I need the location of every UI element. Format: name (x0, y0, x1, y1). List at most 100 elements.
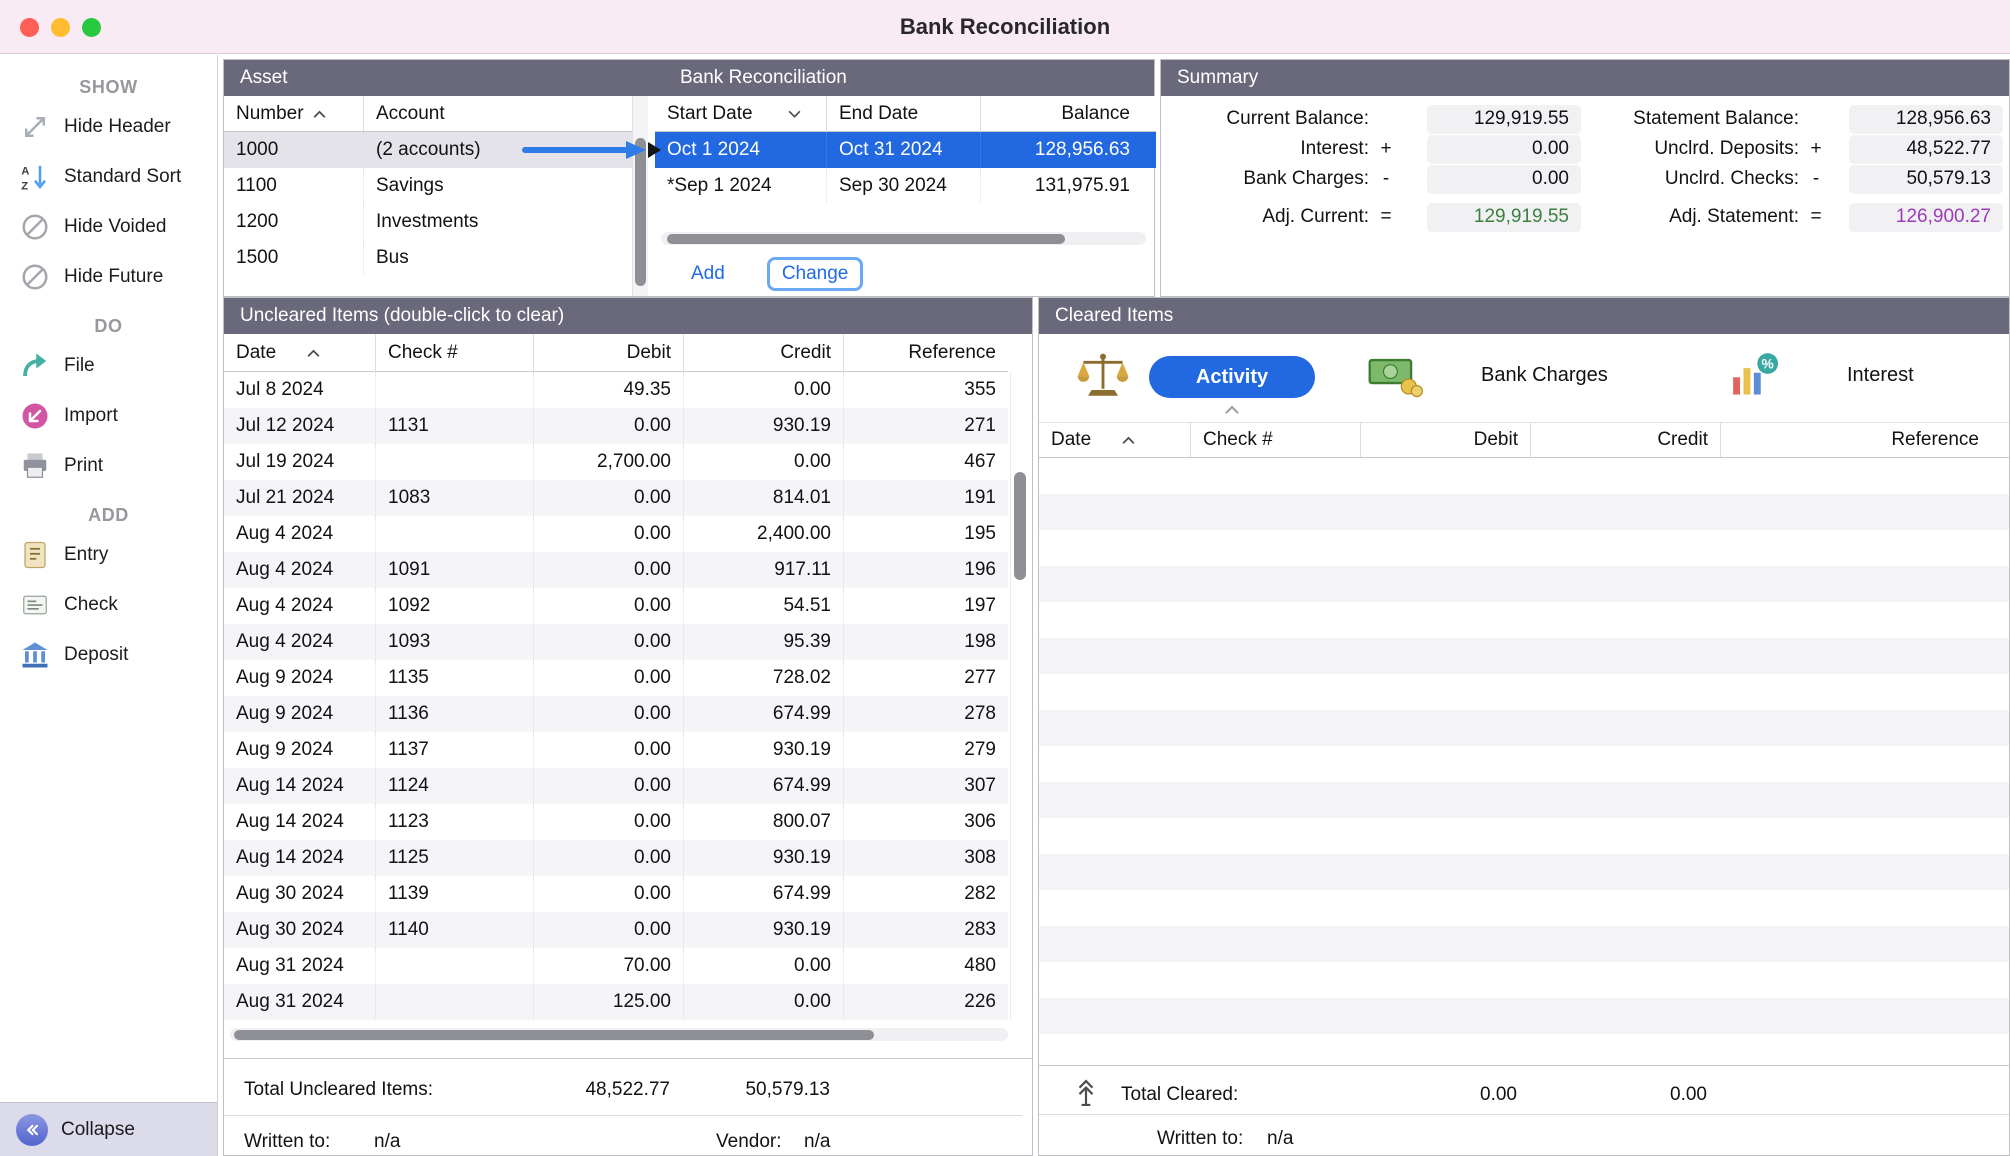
uncleared-debit-cell: 70.00 (534, 948, 684, 984)
minimize-button[interactable] (51, 18, 70, 37)
import-icon (20, 401, 50, 431)
uncleared-credit-cell: 0.00 (684, 948, 844, 984)
scrollbar-thumb[interactable] (635, 138, 646, 286)
close-button[interactable] (20, 18, 39, 37)
cleared-col-check[interactable]: Check # (1191, 423, 1361, 457)
uncleared-horizontal-scrollbar[interactable] (230, 1028, 1008, 1041)
uncleared-row[interactable]: Aug 9 2024 1137 0.00 930.19 279 (224, 732, 1008, 768)
uncleared-col-reference[interactable]: Reference (844, 334, 1008, 372)
sidebar-item-hide-future[interactable]: Hide Future (0, 252, 217, 302)
uncleared-check-cell: 1135 (376, 660, 534, 696)
uncleared-reference-cell: 196 (844, 552, 1008, 588)
sidebar-item-import[interactable]: Import (0, 391, 217, 441)
asset-row[interactable]: 1200 Investments (224, 204, 632, 240)
asset-row[interactable]: 1000 (2 accounts) (224, 132, 632, 168)
statement-balance-value: 128,956.63 (1849, 105, 2003, 134)
uncleared-row[interactable]: Aug 30 2024 1140 0.00 930.19 283 (224, 912, 1008, 948)
asset-col-number[interactable]: Number (224, 96, 364, 131)
sidebar-item-entry[interactable]: Entry (0, 530, 217, 580)
bankrec-end-cell: Oct 31 2024 (827, 132, 981, 168)
tab-bank-charges[interactable]: Bank Charges (1481, 364, 1608, 387)
sort-asc-icon (306, 348, 321, 358)
tab-interest[interactable]: Interest (1847, 364, 1914, 387)
bankrec-col-end-date[interactable]: End Date (827, 96, 981, 131)
unclrd-deposits-value: 48,522.77 (1849, 135, 2003, 164)
uncleared-check-cell: 1137 (376, 732, 534, 768)
collapse-button[interactable]: Collapse (0, 1102, 217, 1156)
uncleared-row[interactable]: Aug 4 2024 1091 0.00 917.11 196 (224, 552, 1008, 588)
cleared-col-credit[interactable]: Credit (1531, 423, 1721, 457)
uncleared-row[interactable]: Aug 14 2024 1123 0.00 800.07 306 (224, 804, 1008, 840)
sidebar-item-deposit[interactable]: Deposit (0, 630, 217, 680)
uncleared-reference-cell: 307 (844, 768, 1008, 804)
bankrec-col-balance[interactable]: Balance (981, 96, 1156, 131)
uncleared-col-date[interactable]: Date (224, 334, 376, 372)
uncleared-row[interactable]: Aug 4 2024 0.00 2,400.00 195 (224, 516, 1008, 552)
sidebar-item-standard-sort[interactable]: AZ Standard Sort (0, 152, 217, 202)
uncleared-col-check[interactable]: Check # (376, 334, 534, 372)
scrollbar-thumb[interactable] (1014, 472, 1026, 580)
uncleared-check-cell (376, 984, 534, 1020)
uncleared-row[interactable]: Aug 4 2024 1093 0.00 95.39 198 (224, 624, 1008, 660)
bankrec-horizontal-scrollbar[interactable] (661, 232, 1146, 245)
uncleared-credit-cell: 95.39 (684, 624, 844, 660)
deposit-bank-icon (20, 640, 50, 670)
uncleared-reference-cell: 467 (844, 444, 1008, 480)
add-button[interactable]: Add (691, 263, 725, 285)
cleared-col-date[interactable]: Date (1039, 423, 1191, 457)
uncleared-col-credit[interactable]: Credit (684, 334, 844, 372)
clear-all-icon (1073, 1078, 1099, 1108)
uncleared-reference-cell: 197 (844, 588, 1008, 624)
asset-number-cell: 1500 (224, 240, 364, 276)
uncleared-row[interactable]: Aug 31 2024 125.00 0.00 226 (224, 984, 1008, 1020)
cleared-col-debit[interactable]: Debit (1361, 423, 1531, 457)
scrollbar-thumb[interactable] (667, 234, 1065, 244)
scrollbar-thumb[interactable] (234, 1030, 874, 1040)
uncleared-reference-cell: 226 (844, 984, 1008, 1020)
uncleared-col-debit[interactable]: Debit (534, 334, 684, 372)
uncleared-row[interactable]: Jul 21 2024 1083 0.00 814.01 191 (224, 480, 1008, 516)
zoom-button[interactable] (82, 18, 101, 37)
bankrec-row[interactable]: Oct 1 2024 Oct 31 2024 128,956.63 (655, 132, 1156, 168)
uncleared-date-cell: Aug 9 2024 (224, 660, 376, 696)
asset-account-cell: (2 accounts) (364, 132, 632, 168)
sidebar-item-check[interactable]: Check (0, 580, 217, 630)
sidebar-item-label: Deposit (64, 644, 128, 666)
uncleared-credit-cell: 930.19 (684, 912, 844, 948)
uncleared-row[interactable]: Aug 9 2024 1135 0.00 728.02 277 (224, 660, 1008, 696)
sort-asc-icon (1121, 435, 1136, 445)
uncleared-row[interactable]: Aug 14 2024 1125 0.00 930.19 308 (224, 840, 1008, 876)
cleared-col-reference[interactable]: Reference (1721, 423, 2009, 457)
uncleared-reference-cell: 278 (844, 696, 1008, 732)
uncleared-row[interactable]: Aug 14 2024 1124 0.00 674.99 307 (224, 768, 1008, 804)
uncleared-row[interactable]: Jul 19 2024 2,700.00 0.00 467 (224, 444, 1008, 480)
uncleared-row[interactable]: Aug 31 2024 70.00 0.00 480 (224, 948, 1008, 984)
change-button[interactable]: Change (767, 257, 864, 291)
tab-activity[interactable]: Activity (1149, 356, 1315, 398)
uncleared-vertical-scrollbar[interactable] (1010, 372, 1028, 1020)
asset-account-cell: Savings (364, 168, 632, 204)
uncleared-row[interactable]: Aug 30 2024 1139 0.00 674.99 282 (224, 876, 1008, 912)
bankrec-row[interactable]: *Sep 1 2024 Sep 30 2024 131,975.91 (655, 168, 1156, 204)
bankrec-col-start-date[interactable]: Start Date (655, 96, 827, 131)
uncleared-check-cell (376, 516, 534, 552)
sidebar-item-hide-header[interactable]: Hide Header (0, 102, 217, 152)
asset-col-account[interactable]: Account (364, 96, 632, 131)
uncleared-credit-cell: 674.99 (684, 876, 844, 912)
asset-row[interactable]: 1500 Bus (224, 240, 632, 276)
asset-number-cell: 1200 (224, 204, 364, 240)
interest-label: Interest: (1171, 138, 1369, 160)
sidebar-item-hide-voided[interactable]: Hide Voided (0, 202, 217, 252)
slash-circle-icon (20, 262, 50, 292)
asset-vertical-scrollbar[interactable] (632, 96, 648, 296)
sidebar-item-print[interactable]: Print (0, 441, 217, 491)
sidebar-item-file[interactable]: File (0, 341, 217, 391)
asset-row[interactable]: 1100 Savings (224, 168, 632, 204)
uncleared-row[interactable]: Jul 8 2024 49.35 0.00 355 (224, 372, 1008, 408)
sort-az-icon: AZ (20, 162, 50, 192)
uncleared-row[interactable]: Aug 9 2024 1136 0.00 674.99 278 (224, 696, 1008, 732)
asset-number-cell: 1000 (224, 132, 364, 168)
uncleared-row[interactable]: Jul 12 2024 1131 0.00 930.19 271 (224, 408, 1008, 444)
uncleared-row[interactable]: Aug 4 2024 1092 0.00 54.51 197 (224, 588, 1008, 624)
uncleared-check-cell: 1091 (376, 552, 534, 588)
